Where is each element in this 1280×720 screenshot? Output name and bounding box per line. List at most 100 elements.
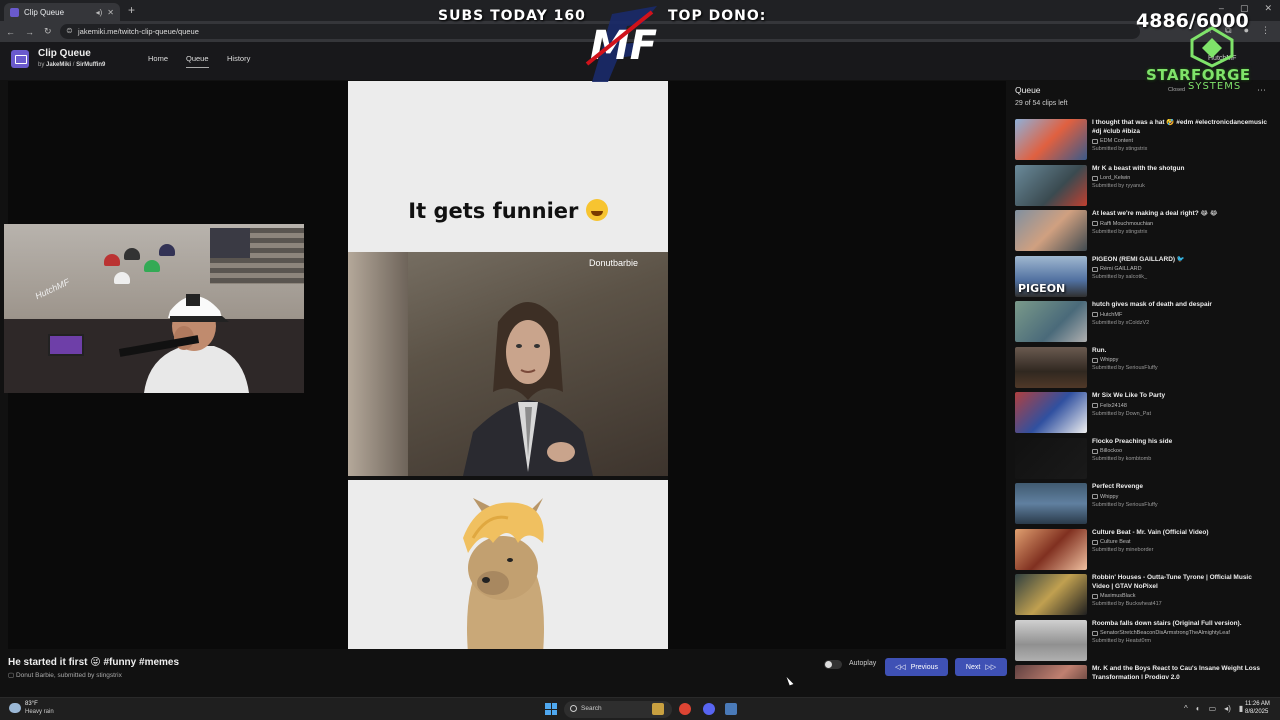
queue-item[interactable]: Mr Six We Like To Party Felix24148 Submitt… <box>1015 392 1270 434</box>
queue-item-text: Run. Whippy Submitted by SeriousFluffy <box>1092 347 1270 371</box>
queue-item-thumbnail <box>1015 392 1087 433</box>
queue-item-thumbnail <box>1015 619 1087 661</box>
queue-item-title: At least we're making a deal right? 😂 😂 <box>1092 210 1218 217</box>
queue-item-channel-name: Culture Beat <box>1100 539 1131 545</box>
new-tab-icon[interactable]: + <box>128 3 135 17</box>
queue-item-title: I thought that was a hat 🤣 #edm #electro… <box>1092 119 1267 135</box>
queue-item-title: hutch gives mask of death and despair <box>1092 301 1212 308</box>
nav-history[interactable]: History <box>227 54 250 63</box>
battery-icon[interactable]: ▮ <box>1239 704 1243 713</box>
taskbar-search-label: Search <box>581 705 602 712</box>
clip-dog-image <box>348 480 668 649</box>
author-link-1[interactable]: JakeMiki <box>46 62 71 68</box>
sweat-smile-emoji-icon <box>585 199 608 221</box>
channel-icon <box>1092 448 1098 454</box>
network-icon[interactable]: ▭ <box>1209 704 1217 713</box>
queue-item[interactable]: Mr K a beast with the shotgun Lord_Kelwin… <box>1015 164 1270 207</box>
volume-icon[interactable]: ◂) <box>1224 704 1231 713</box>
back-icon[interactable]: ← <box>6 27 15 37</box>
site-info-icon[interactable]: ⊜ <box>66 26 73 35</box>
queue-menu-icon[interactable]: ⋯ <box>1257 85 1266 96</box>
clip-caption: It gets funnier <box>348 199 668 223</box>
tray-app-icon[interactable]: ◐ <box>1196 704 1201 713</box>
app-credits: by JakeMiki / SirMuffin9 <box>38 62 105 68</box>
clip-channel-icon: ▢ <box>8 672 15 679</box>
monitor <box>48 334 84 356</box>
current-clip-title: He started it first 😜 #funny #memes <box>8 657 180 668</box>
next-button[interactable]: Next ▷▷ <box>955 658 1007 676</box>
queue-item-text: PIGEON (REMI GAILLARD) 🐦 Rémi GAILLARD Sub… <box>1092 256 1270 280</box>
queue-item-channel: Lord_Kelwin <box>1092 175 1270 181</box>
wall-cap <box>124 248 140 260</box>
queue-item[interactable]: Robbin' Houses - Outta-Tune Tyrone | Off… <box>1015 574 1270 616</box>
current-clip-channel[interactable]: Donut Barbie <box>16 672 54 679</box>
queue-item-submitter: Submitted by ryyanuk <box>1092 183 1145 189</box>
queue-item-text: At least we're making a deal right? 😂 😂 R… <box>1092 210 1270 235</box>
nav-home[interactable]: Home <box>148 54 168 63</box>
weather-rain-icon[interactable] <box>9 703 21 713</box>
file-app-icon[interactable] <box>725 703 737 715</box>
tab-title: Clip Queue <box>24 7 65 17</box>
queue-item[interactable]: I thought that was a hat 🤣 #edm #electro… <box>1015 119 1270 161</box>
nav-queue[interactable]: Queue <box>186 54 209 68</box>
author-link-2[interactable]: SirMuffin9 <box>76 62 105 68</box>
queue-item[interactable]: Mr. K and the Boys React to Cau's Insane… <box>1015 665 1270 679</box>
queue-item-channel: Culture Beat <box>1092 539 1270 545</box>
close-window-icon[interactable]: ✕ <box>1264 3 1272 14</box>
tab-audio-icon[interactable]: ◂) <box>96 8 103 17</box>
browser-tab[interactable]: Clip Queue ◂) ✕ <box>4 3 120 21</box>
windows-taskbar: 83°F Heavy rain Search ^ ◐ ▭ ◂) ▮ 11:26 … <box>0 697 1280 720</box>
discord-icon[interactable] <box>703 703 715 715</box>
clip-caption-text: It gets funnier <box>408 199 579 223</box>
queue-item[interactable]: PIGEON PIGEON (REMI GAILLARD) 🐦 Rémi GAILL… <box>1015 255 1270 298</box>
channel-icon <box>1092 138 1098 144</box>
autoplay-toggle[interactable] <box>824 660 842 669</box>
queue-count: 29 of 54 clips left <box>1015 100 1068 107</box>
queue-item-channel-name: Raffi Mouchmouchian <box>1100 220 1154 227</box>
twitch-tv-icon <box>11 50 29 68</box>
mf-logo-text: MF <box>590 23 657 69</box>
queue-item-channel-name: Whippy <box>1100 357 1119 363</box>
clock-time[interactable]: 11:26 AM <box>1245 701 1270 707</box>
queue-item-title: Mr Six We Like To Party <box>1092 392 1166 399</box>
current-clip-submitter: , submitted by stingstrix <box>53 672 122 679</box>
queue-item-channel: Billockoo <box>1092 448 1270 454</box>
queue-item[interactable]: Flocko Preaching his side Billockoo Submit… <box>1015 437 1270 480</box>
search-icon <box>570 705 577 712</box>
queue-item[interactable]: hutch gives mask of death and despair Hut… <box>1015 301 1270 343</box>
previous-button[interactable]: ◁◁ Previous <box>885 658 948 676</box>
clock-date[interactable]: 8/8/2025 <box>1245 709 1268 715</box>
queue-item[interactable]: Run. Whippy Submitted by SeriousFluffy <box>1015 346 1270 389</box>
man-in-suit-figure <box>463 302 593 476</box>
queue-item[interactable]: Perfect Revenge Whippy Submitted by Seriou… <box>1015 483 1270 525</box>
channel-icon <box>1092 630 1098 636</box>
queue-item-channel-name: MaximusBlack <box>1100 593 1136 599</box>
chrome-icon[interactable] <box>679 703 691 715</box>
queue-item-submitter: Submitted by xColdzV2 <box>1092 319 1150 326</box>
queue-item-channel: MaximusBlack <box>1092 593 1270 599</box>
taskbar-app-icon[interactable] <box>652 703 664 715</box>
menu-icon[interactable]: ⋮ <box>1261 25 1270 36</box>
queue-item[interactable]: Roomba falls down stairs (Original Full … <box>1015 619 1270 662</box>
queue-item[interactable]: At least we're making a deal right? 😂 😂 R… <box>1015 210 1270 252</box>
queue-item[interactable]: Culture Beat - Mr. Vain (Official Video)… <box>1015 528 1270 571</box>
tab-close-icon[interactable]: ✕ <box>107 8 114 17</box>
channel-icon <box>1092 175 1098 181</box>
queue-item-text: Mr K a beast with the shotgun Lord_Kelwin… <box>1092 165 1270 189</box>
queue-item-title: Mr. K and the Boys React to Cau's Insane… <box>1092 665 1260 679</box>
thumbnail-label: PIGEON <box>1018 281 1066 295</box>
queue-item-channel: Whippy <box>1092 494 1270 500</box>
reload-icon[interactable]: ↻ <box>44 26 52 37</box>
clip-video[interactable]: It gets funnier Donutbarbie <box>348 81 668 649</box>
clip-scene-image: Donutbarbie <box>348 252 668 476</box>
wall-cap <box>104 254 120 266</box>
queue-item-text: Culture Beat - Mr. Vain (Official Video)… <box>1092 529 1270 553</box>
clip-watermark: Donutbarbie <box>588 258 638 268</box>
queue-panel: Queue ⋯ 29 of 54 clips left I thought th… <box>1008 81 1272 679</box>
queue-item-thumbnail <box>1015 665 1087 679</box>
tray-overflow-icon[interactable]: ^ <box>1184 704 1188 713</box>
forward-icon[interactable]: → <box>25 27 34 37</box>
queue-item-channel: SenatorStretchBeaconDisArmstrongTheAlmig… <box>1092 630 1270 636</box>
start-button[interactable] <box>545 703 557 715</box>
queue-item-text: Flocko Preaching his side Billockoo Submit… <box>1092 438 1270 462</box>
